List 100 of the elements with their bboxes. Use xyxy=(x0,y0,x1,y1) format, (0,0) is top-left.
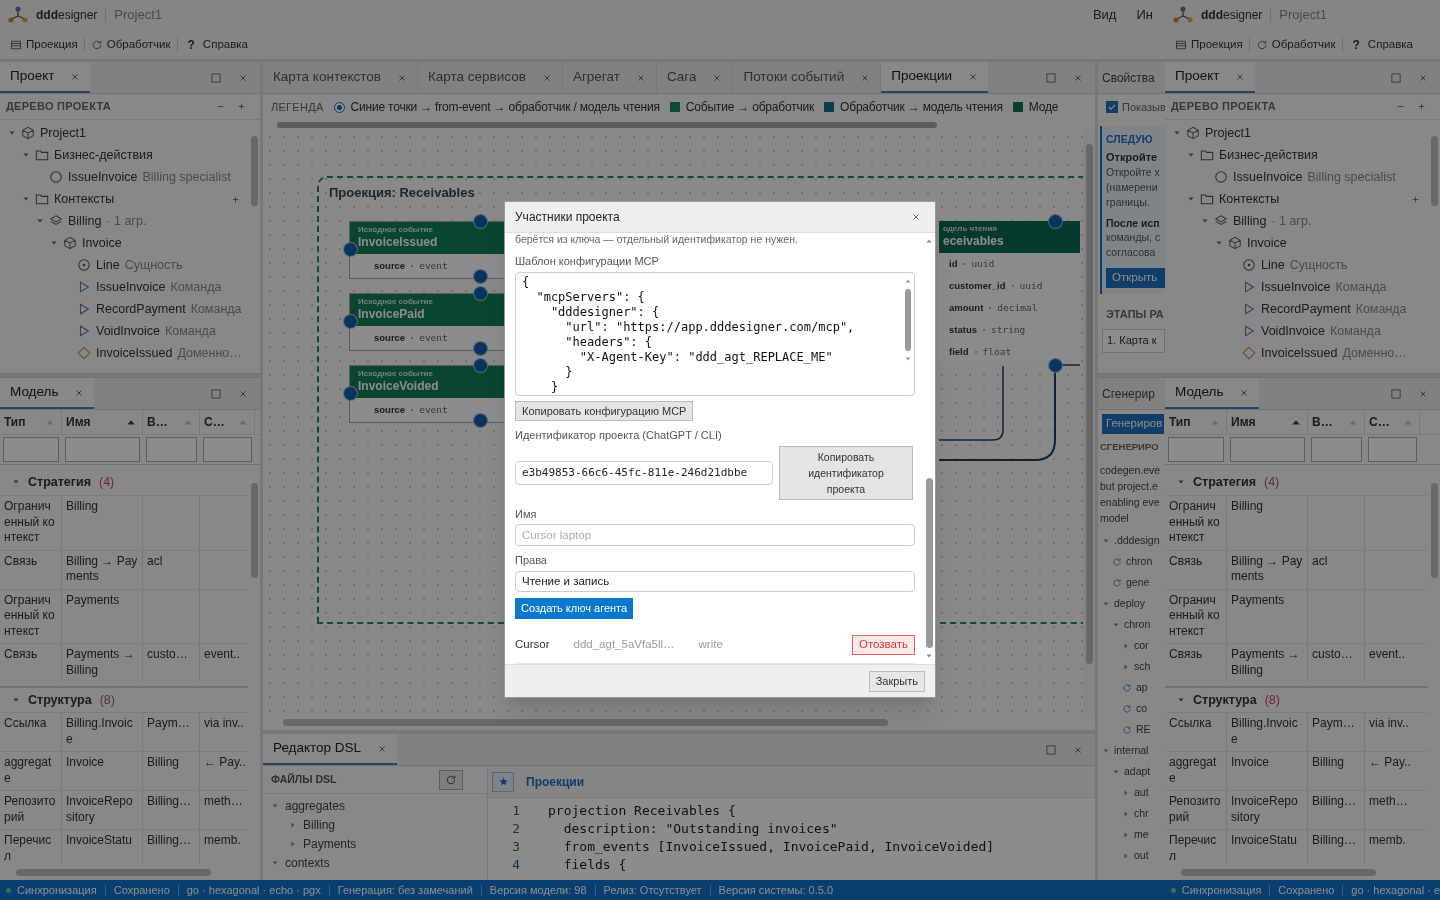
name-field[interactable]: Cursor laptop xyxy=(515,524,915,547)
panel-tab[interactable]: Сага xyxy=(656,62,734,93)
file-tree-item[interactable]: Billing xyxy=(263,815,487,834)
file-tree-item[interactable]: sch xyxy=(1098,656,1165,678)
close-button[interactable] xyxy=(1418,388,1428,399)
expand-button[interactable] xyxy=(1417,102,1426,111)
tree-item[interactable]: Billing · 1 агр. xyxy=(0,210,248,232)
tree-item[interactable]: IssueInvoice Billing specialist xyxy=(1165,166,1428,188)
generate-button[interactable]: Генериров xyxy=(1102,414,1164,434)
file-tree-item[interactable]: me xyxy=(1098,824,1165,846)
close-button[interactable] xyxy=(1073,72,1083,83)
toolbar-button[interactable]: Обработчик xyxy=(1253,35,1338,54)
tree-item[interactable]: Invoice xyxy=(1165,232,1428,254)
file-tree-item[interactable]: Payments xyxy=(263,834,487,853)
rights-select[interactable]: Чтение и запись xyxy=(515,570,915,593)
checkbox[interactable] xyxy=(1106,101,1118,113)
file-tree-item[interactable]: contexts xyxy=(263,853,487,872)
panel-tab[interactable]: Проект xyxy=(1165,62,1256,93)
panel-tab[interactable]: Карта сервисов xyxy=(417,62,563,93)
code-field[interactable]: { "mcpServers": { "dddesigner": { "url": "https://app.dddesigner.com/mcp", "headers": { "X-Agent-Key": "ddd_agt_REPLACE_ME" } } xyxy=(515,271,915,396)
menu-item[interactable]: Ин xyxy=(1136,5,1153,25)
toolbar-button[interactable]: Обработчик xyxy=(88,35,173,54)
scrollbar-thumb[interactable] xyxy=(925,478,933,648)
file-tree-item[interactable]: .dddesign xyxy=(1098,530,1165,552)
panel-tab[interactable]: Редактор DSL xyxy=(263,734,398,765)
panel-tab[interactable]: Проекции xyxy=(881,62,989,93)
tree-item[interactable]: Контексты xyxy=(1165,188,1428,210)
tree-item[interactable]: Бизнес-действия xyxy=(0,144,248,166)
maximize-button[interactable] xyxy=(210,71,222,84)
step-item[interactable]: 1. Карта к xyxy=(1102,328,1165,353)
filter-field[interactable] xyxy=(203,437,252,462)
toolbar-button[interactable]: ? Справка xyxy=(1346,35,1415,54)
refresh-button[interactable] xyxy=(439,769,463,790)
column-header[interactable]: Тип xyxy=(1169,413,1191,431)
filter-field[interactable] xyxy=(1311,437,1362,462)
filter-field[interactable] xyxy=(3,437,59,462)
panel-tab[interactable]: Модель xyxy=(1165,378,1260,409)
toolbar-button[interactable]: Проекция xyxy=(1173,35,1245,54)
tree-item[interactable]: InvoiceIssued Доменно… xyxy=(0,342,248,364)
copy-id-button[interactable]: Копировать идентификатор проекта xyxy=(779,445,913,500)
tree-item[interactable]: Бизнес-действия xyxy=(1165,144,1428,166)
file-tree-item[interactable]: aggregates xyxy=(263,796,487,815)
tree-item[interactable]: Контексты xyxy=(0,188,248,210)
column-header[interactable]: Тип xyxy=(4,413,26,431)
tree-item[interactable]: IssueInvoice Команда xyxy=(0,276,248,298)
toolbar-button[interactable] xyxy=(492,771,514,792)
maximize-button[interactable] xyxy=(210,387,222,400)
tree-item[interactable]: IssueInvoice Billing specialist xyxy=(0,166,248,188)
close-dialog-button[interactable]: Закрыть xyxy=(868,670,925,692)
close-button[interactable] xyxy=(911,212,921,222)
file-tree-item[interactable]: chron xyxy=(1098,614,1165,636)
filter-field[interactable] xyxy=(1368,437,1417,462)
panel-tab[interactable]: Проект xyxy=(0,62,91,93)
panel-tab[interactable]: Агрегат xyxy=(562,62,657,93)
filter-field[interactable] xyxy=(1168,437,1224,462)
tree-item[interactable]: Line Сущность xyxy=(0,254,248,276)
close-button[interactable] xyxy=(238,388,248,399)
file-tree-item[interactable]: RE xyxy=(1098,719,1165,741)
file-tree-item[interactable]: internal xyxy=(1098,740,1165,762)
file-tree-item[interactable]: chr xyxy=(1098,803,1165,825)
filter-field[interactable] xyxy=(146,437,197,462)
file-tree-item[interactable]: gene xyxy=(1098,572,1165,594)
tree-item[interactable]: RecordPayment Команда xyxy=(1165,298,1428,320)
column-header[interactable]: Имя xyxy=(1231,413,1256,431)
file-tree-item[interactable]: aut xyxy=(1098,782,1165,804)
toolbar-button[interactable]: ? Справка xyxy=(181,35,250,54)
copy-config-button[interactable]: Копировать конфигурацию MCP xyxy=(515,400,694,422)
id-field[interactable]: e3b49853-66c6-45fc-811e-246d21dbbe xyxy=(515,460,773,485)
filter-field[interactable] xyxy=(65,437,140,462)
column-header[interactable]: В… xyxy=(1312,413,1333,431)
file-tree-item[interactable]: adapt xyxy=(1098,761,1165,783)
file-tree-item[interactable]: out xyxy=(1098,845,1165,867)
panel-tab[interactable]: Модель xyxy=(0,378,95,409)
tree-item[interactable]: IssueInvoice Команда xyxy=(1165,276,1428,298)
close-button[interactable] xyxy=(1418,72,1428,83)
file-tree-item[interactable]: ap xyxy=(1098,677,1165,699)
open-button[interactable]: Открыть xyxy=(1106,268,1165,288)
expand-button[interactable] xyxy=(237,102,246,111)
menu-item[interactable]: Вид xyxy=(1092,5,1117,25)
column-header[interactable]: С… xyxy=(1369,413,1390,431)
column-header[interactable]: Имя xyxy=(66,413,91,431)
close-button[interactable] xyxy=(1073,744,1083,755)
maximize-button[interactable] xyxy=(1390,387,1402,400)
tree-item[interactable]: VoidInvoice Команда xyxy=(1165,320,1428,342)
revoke-button[interactable]: Отозвать xyxy=(852,635,915,655)
file-tab[interactable]: Проекции xyxy=(522,772,589,791)
column-header[interactable]: В… xyxy=(147,413,168,431)
tree-item[interactable]: Line Сущность xyxy=(1165,254,1428,276)
file-tree-item[interactable]: co xyxy=(1098,698,1165,720)
column-header[interactable]: С… xyxy=(204,413,225,431)
maximize-button[interactable] xyxy=(1390,71,1402,84)
toolbar-button[interactable]: Проекция xyxy=(8,35,80,54)
maximize-button[interactable] xyxy=(1045,743,1057,756)
tree-item[interactable]: InvoiceIssued Доменно… xyxy=(1165,342,1428,364)
tree-item[interactable]: Billing · 1 агр. xyxy=(1165,210,1428,232)
tree-item[interactable]: VoidInvoice Команда xyxy=(0,320,248,342)
filter-field[interactable] xyxy=(1230,437,1305,462)
file-tree-item[interactable]: chron xyxy=(1098,551,1165,573)
file-tree-item[interactable]: cor xyxy=(1098,635,1165,657)
tree-item[interactable]: Project1 xyxy=(1165,122,1428,144)
